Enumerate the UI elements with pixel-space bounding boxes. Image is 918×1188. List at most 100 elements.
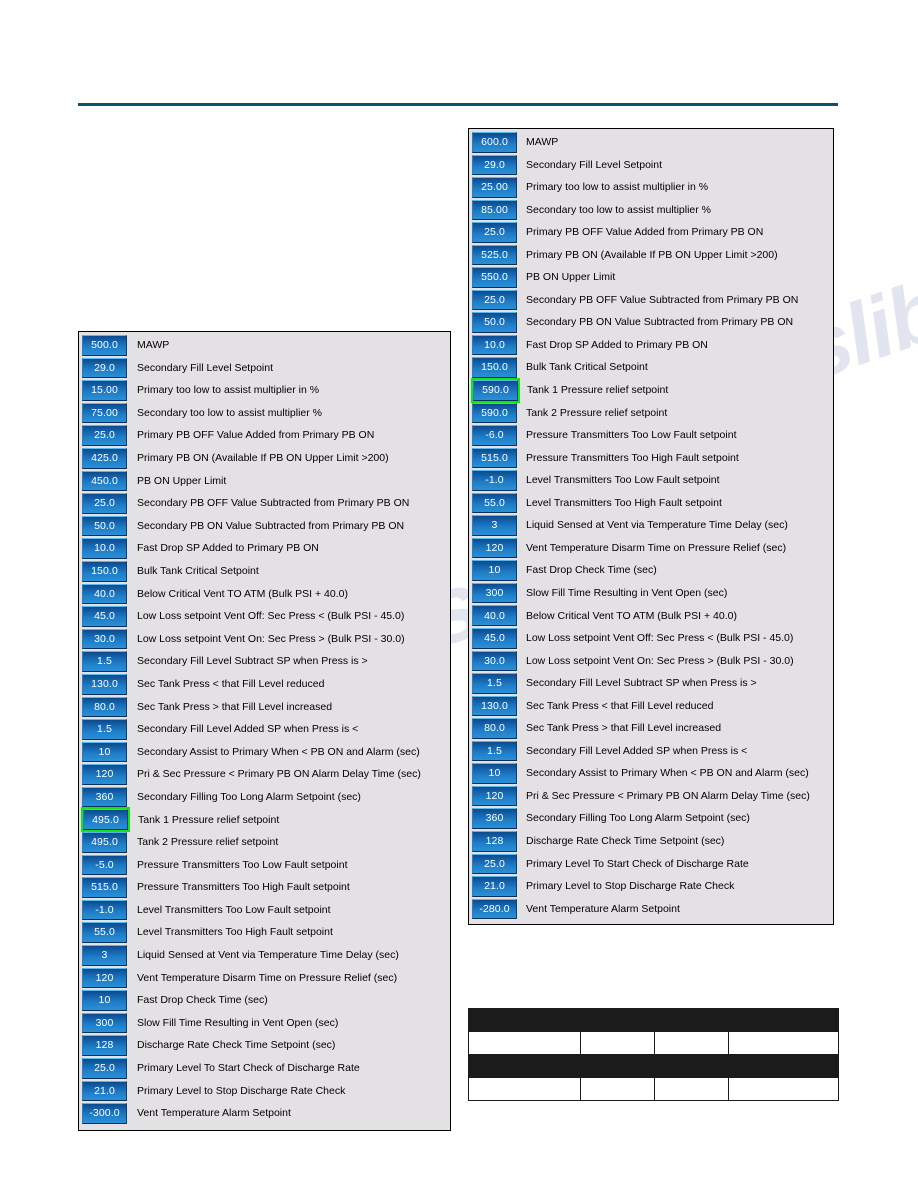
setpoint-value-field[interactable]: -6.0 [472, 425, 517, 446]
setpoint-row[interactable]: 150.0 Bulk Tank Critical Setpoint [469, 356, 833, 379]
setpoint-value-field[interactable]: -300.0 [82, 1103, 127, 1124]
setpoint-value-field[interactable]: 75.00 [82, 402, 127, 424]
setpoint-row[interactable]: 25.0 Secondary PB OFF Value Subtracted fr… [469, 289, 833, 312]
setpoint-row[interactable]: 30.0 Low Loss setpoint Vent On: Sec Press… [79, 628, 450, 651]
setpoint-row[interactable]: 360 Secondary Filling Too Long Alarm Setp… [469, 807, 833, 830]
setpoint-value-field[interactable]: 10.0 [82, 538, 127, 559]
setpoint-row[interactable]: 21.0 Primary Level to Stop Discharge Rate… [79, 1080, 450, 1103]
setpoint-value-field[interactable]: 45.0 [82, 606, 127, 627]
setpoint-row[interactable]: 50.0 Secondary PB ON Value Subtracted fro… [79, 515, 450, 538]
setpoint-row[interactable]: 10 Secondary Assist to Primary When < PB … [79, 741, 450, 764]
setpoint-row[interactable]: 150.0 Bulk Tank Critical Setpoint [79, 560, 450, 583]
setpoint-value-field[interactable]: 25.0 [472, 289, 517, 311]
setpoint-row[interactable]: 30.0 Low Loss setpoint Vent On: Sec Press… [469, 650, 833, 673]
setpoint-row[interactable]: 85.00 Secondary too low to assist multipl… [469, 199, 833, 222]
setpoint-row[interactable]: 25.0 Primary PB OFF Value Added from Prim… [79, 424, 450, 447]
setpoint-row[interactable]: 55.0 Level Transmitters Too High Fault se… [79, 921, 450, 944]
setpoint-value-field[interactable]: 30.0 [472, 650, 517, 672]
setpoint-value-field[interactable]: 515.0 [472, 447, 517, 469]
setpoint-value-field[interactable]: 10 [82, 990, 127, 1011]
setpoint-row[interactable]: -300.0 Vent Temperature Alarm Setpoint [79, 1102, 450, 1125]
setpoint-value-field[interactable]: 590.0 [472, 402, 517, 424]
setpoint-row[interactable]: 25.0 Primary Level To Start Check of Disc… [469, 853, 833, 876]
setpoint-value-field[interactable]: 25.0 [82, 1058, 127, 1079]
setpoint-value-field[interactable]: 45.0 [472, 628, 517, 649]
setpoint-value-field[interactable]: -280.0 [472, 898, 517, 920]
setpoint-value-field[interactable]: 1.5 [472, 740, 517, 762]
setpoint-value-field[interactable]: 120 [82, 764, 127, 785]
setpoint-row[interactable]: 10 Fast Drop Check Time (sec) [79, 989, 450, 1012]
setpoint-value-field[interactable]: 128 [82, 1035, 127, 1056]
setpoint-row[interactable]: 21.0 Primary Level to Stop Discharge Rate… [469, 875, 833, 898]
setpoint-row[interactable]: 40.0 Below Critical Vent TO ATM (Bulk PSI… [79, 583, 450, 606]
setpoint-value-field[interactable]: 495.0 [82, 832, 127, 853]
setpoint-row[interactable]: 495.0 Tank 1 Pressure relief setpoint [79, 807, 450, 833]
setpoint-value-field[interactable]: 300 [82, 1012, 127, 1034]
setpoint-value-field[interactable]: 25.00 [472, 177, 517, 198]
setpoint-value-field[interactable]: 130.0 [82, 673, 127, 695]
setpoint-row[interactable]: 29.0 Secondary Fill Level Setpoint [469, 154, 833, 177]
setpoint-value-field[interactable]: 40.0 [82, 583, 127, 605]
setpoint-row[interactable]: 300 Slow Fill Time Resulting in Vent Open… [469, 582, 833, 605]
setpoint-value-field[interactable]: 130.0 [472, 695, 517, 717]
setpoint-row[interactable]: 120 Vent Temperature Disarm Time on Press… [79, 967, 450, 990]
setpoint-value-field[interactable]: -5.0 [82, 854, 127, 876]
setpoint-row[interactable]: 75.00 Secondary too low to assist multipl… [79, 402, 450, 425]
setpoint-value-field[interactable]: 21.0 [82, 1080, 127, 1102]
setpoint-value-field[interactable]: 30.0 [82, 628, 127, 650]
setpoint-value-field[interactable]: 150.0 [472, 357, 517, 379]
setpoint-value-field[interactable]: 450.0 [82, 470, 127, 492]
setpoint-row[interactable]: 590.0 Tank 1 Pressure relief setpoint [469, 378, 833, 403]
setpoint-value-field[interactable]: 10 [472, 763, 517, 784]
setpoint-row[interactable]: 360 Secondary Filling Too Long Alarm Setp… [79, 786, 450, 809]
setpoint-row[interactable]: 1.5 Secondary Fill Level Subtract SP when… [79, 650, 450, 673]
setpoint-row[interactable]: 1.5 Secondary Fill Level Added SP when Pr… [469, 740, 833, 763]
setpoint-row[interactable]: 29.0 Secondary Fill Level Setpoint [79, 357, 450, 380]
setpoint-row[interactable]: 120 Pri & Sec Pressure < Primary PB ON Al… [79, 763, 450, 786]
setpoint-row[interactable]: 130.0 Sec Tank Press < that Fill Level re… [469, 695, 833, 718]
setpoint-value-field[interactable]: 515.0 [82, 877, 127, 898]
setpoint-value-field[interactable]: 150.0 [82, 560, 127, 582]
setpoint-value-field[interactable]: 120 [472, 537, 517, 559]
setpoint-value-field[interactable]: 120 [472, 785, 517, 807]
setpoint-value-field[interactable]: 600.0 [472, 132, 517, 153]
setpoint-row[interactable]: 45.0 Low Loss setpoint Vent Off: Sec Pres… [79, 605, 450, 628]
setpoint-value-field[interactable]: 120 [82, 967, 127, 989]
setpoint-row[interactable]: 128 Discharge Rate Check Time Setpoint (s… [469, 830, 833, 853]
setpoint-row[interactable]: -6.0 Pressure Transmitters Too Low Fault … [469, 424, 833, 447]
setpoint-value-field[interactable]: 25.0 [82, 425, 127, 446]
setpoint-value-field[interactable]: 425.0 [82, 447, 127, 469]
setpoint-value-field[interactable]: 29.0 [82, 357, 127, 379]
setpoint-value-field[interactable]: 10 [82, 741, 127, 763]
setpoint-row[interactable]: 50.0 Secondary PB ON Value Subtracted fro… [469, 311, 833, 334]
setpoint-value-field[interactable]: 1.5 [472, 673, 517, 694]
setpoint-row[interactable]: 515.0 Pressure Transmitters Too High Faul… [469, 447, 833, 470]
setpoint-value-field[interactable]: 85.00 [472, 199, 517, 221]
setpoint-row[interactable]: 495.0 Tank 2 Pressure relief setpoint [79, 831, 450, 854]
setpoint-row[interactable]: 600.0 MAWP [469, 131, 833, 154]
setpoint-value-field[interactable]: 50.0 [82, 515, 127, 537]
setpoint-value-field-selected[interactable]: 495.0 [81, 807, 130, 833]
setpoint-row[interactable]: -280.0 Vent Temperature Alarm Setpoint [469, 898, 833, 921]
setpoint-value-field[interactable]: 25.0 [472, 853, 517, 875]
setpoint-row[interactable]: 10 Fast Drop Check Time (sec) [469, 559, 833, 582]
setpoint-row[interactable]: 80.0 Sec Tank Press > that Fill Level inc… [469, 717, 833, 740]
setpoint-value-field[interactable]: -1.0 [472, 470, 517, 491]
setpoint-row[interactable]: 25.0 Primary Level To Start Check of Disc… [79, 1057, 450, 1080]
setpoint-value-field[interactable]: 550.0 [472, 267, 517, 288]
setpoint-value-field[interactable]: -1.0 [82, 899, 127, 921]
setpoint-row[interactable]: 525.0 Primary PB ON (Available If PB ON U… [469, 244, 833, 267]
setpoint-row[interactable]: 25.0 Secondary PB OFF Value Subtracted fr… [79, 492, 450, 515]
setpoint-value-field[interactable]: 55.0 [472, 492, 517, 514]
setpoint-row[interactable]: 450.0 PB ON Upper Limit [79, 470, 450, 493]
setpoint-value-field[interactable]: 15.00 [82, 380, 127, 401]
setpoint-row[interactable]: 40.0 Below Critical Vent TO ATM (Bulk PSI… [469, 604, 833, 627]
setpoint-value-field[interactable]: 300 [472, 582, 517, 604]
setpoint-value-field[interactable]: 1.5 [82, 719, 127, 740]
setpoint-value-field[interactable]: 10.0 [472, 334, 517, 356]
setpoint-row[interactable]: 120 Vent Temperature Disarm Time on Press… [469, 537, 833, 560]
setpoint-value-field[interactable]: 3 [82, 945, 127, 966]
setpoint-row[interactable]: 3 Liquid Sensed at Vent via Temperature T… [469, 514, 833, 537]
setpoint-row[interactable]: 15.00 Primary too low to assist multiplie… [79, 379, 450, 402]
setpoint-row[interactable]: 500.0 MAWP [79, 334, 450, 357]
